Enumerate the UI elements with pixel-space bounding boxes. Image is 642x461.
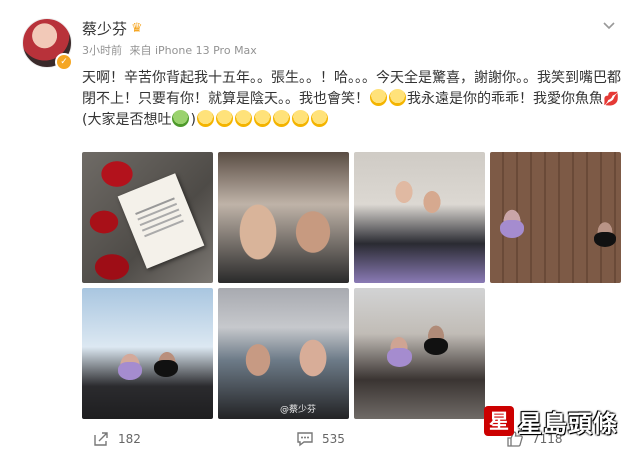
photo-roses-card[interactable]	[82, 152, 213, 283]
post-text-part-3: (大家是否想吐	[82, 112, 172, 128]
post-time[interactable]: 3小时前	[82, 44, 122, 57]
grin-emoji-icon	[291, 110, 309, 127]
grin-emoji-icon	[215, 110, 233, 127]
face-mask	[118, 362, 142, 380]
face-mask	[500, 220, 524, 238]
photo-hug[interactable]	[354, 152, 485, 283]
news-logo-mark: 星	[484, 406, 514, 436]
post-text-part-2: 我永遠是你的乖乖！我愛你魚魚	[407, 91, 603, 107]
grin-emoji-icon	[196, 110, 214, 127]
face-mask	[594, 232, 616, 247]
grin-emoji-icon	[370, 89, 387, 106]
photo-selfie-couple-2[interactable]: @蔡少芬	[218, 288, 349, 419]
photo-waterfront-1[interactable]	[82, 288, 213, 419]
share-count: 182	[118, 432, 141, 446]
grin-emoji-icon	[310, 110, 328, 127]
photo-watermark: @蔡少芬	[280, 405, 317, 415]
comment-count: 535	[322, 432, 345, 446]
photo-waterfront-2[interactable]	[354, 288, 485, 419]
crown-icon: ♛	[131, 21, 143, 36]
grin-emoji-icon	[389, 89, 406, 106]
lips-emoji-icon: 💋	[603, 92, 620, 107]
comment-button[interactable]: 535	[296, 430, 345, 448]
news-logo-text: 星島頭條	[518, 409, 618, 438]
note-card	[117, 173, 205, 269]
post-text: 天啊！辛苦你背起我十五年。。張生。。！哈。。。今天全是驚喜，謝謝你。。我笑到嘴巴…	[82, 68, 622, 131]
username[interactable]: 蔡少芬	[82, 18, 127, 39]
grin-emoji-icon	[234, 110, 252, 127]
face-mask	[387, 348, 412, 367]
grin-emoji-icon	[253, 110, 271, 127]
post-source: 来自 iPhone 13 Pro Max	[129, 44, 257, 57]
post-meta: 3小时前 来自 iPhone 13 Pro Max	[82, 42, 261, 58]
news-logo-watermark: 星 星島頭條	[484, 402, 624, 440]
share-icon	[94, 432, 108, 446]
face-mask	[424, 338, 448, 355]
photo-selfie-couple-1[interactable]	[218, 152, 349, 283]
verified-badge-icon: ✓	[55, 53, 73, 71]
chevron-down-icon[interactable]	[600, 16, 618, 34]
grin-emoji-icon	[272, 110, 290, 127]
comment-icon	[297, 432, 313, 447]
face-mask	[154, 360, 178, 377]
post-text-part-4: )	[190, 112, 196, 128]
username-row: 蔡少芬 ♛	[82, 18, 143, 39]
vomit-emoji-icon	[172, 110, 190, 127]
share-button[interactable]: 182	[92, 430, 141, 448]
photo-cinema[interactable]	[490, 152, 621, 283]
